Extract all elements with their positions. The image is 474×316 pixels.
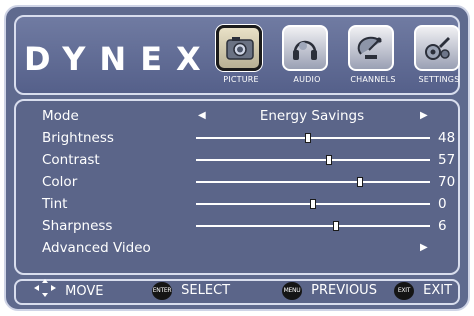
dpad-icon — [34, 279, 56, 305]
sharpness-slider[interactable] — [196, 221, 430, 231]
slider-thumb[interactable] — [305, 133, 312, 143]
settings-icon — [414, 25, 460, 71]
hint-previous: MENU PREVIOUS — [282, 281, 377, 303]
enter-button-icon: ENTER — [152, 281, 172, 300]
tab-settings[interactable]: SETTINGS — [410, 23, 468, 93]
hint-move: MOVE — [34, 279, 104, 305]
mode-label: Mode — [42, 108, 79, 124]
tab-label: SETTINGS — [418, 75, 460, 84]
color-slider[interactable] — [196, 177, 430, 187]
tab-audio[interactable]: AUDIO — [278, 23, 336, 93]
menu-row-tint[interactable]: Tint 0 — [16, 193, 458, 215]
contrast-slider[interactable] — [196, 155, 430, 165]
hint-exit-label: EXIT — [423, 282, 453, 298]
dynex-logo: DYNEX — [24, 40, 215, 78]
menu-row-mode[interactable]: Mode ◀ Energy Savings ▶ — [16, 105, 458, 127]
hint-select-label: SELECT — [181, 282, 231, 298]
tab-label: AUDIO — [293, 75, 321, 84]
contrast-label: Contrast — [42, 152, 100, 168]
brightness-label: Brightness — [42, 130, 114, 146]
color-value: 70 — [438, 174, 456, 190]
hint-exit: EXIT EXIT — [394, 281, 452, 303]
footer-hint-bar: MOVE ENTER SELECT MENU PREVIOUS EXIT EXI… — [14, 279, 460, 305]
menu-row-brightness[interactable]: Brightness 48 — [16, 127, 458, 149]
tab-picture[interactable]: PICTURE — [212, 23, 270, 93]
contrast-value: 57 — [438, 152, 456, 168]
mode-value: Energy Savings — [259, 108, 365, 124]
arrow-left-icon[interactable]: ◀ — [198, 105, 206, 127]
menu-button-icon: MENU — [282, 281, 302, 300]
menu-row-sharpness[interactable]: Sharpness 6 — [16, 215, 458, 237]
brightness-slider[interactable] — [196, 133, 430, 143]
hint-move-label: MOVE — [65, 284, 104, 299]
tint-value: 0 — [438, 196, 447, 212]
tint-label: Tint — [42, 196, 68, 212]
exit-button-icon: EXIT — [394, 281, 414, 300]
sharpness-value: 6 — [438, 218, 447, 234]
slider-thumb[interactable] — [356, 177, 363, 187]
channels-icon — [348, 25, 394, 71]
arrow-right-icon[interactable]: ▶ — [420, 105, 428, 127]
hint-select: ENTER SELECT — [152, 281, 230, 303]
color-label: Color — [42, 174, 78, 190]
slider-thumb[interactable] — [326, 155, 333, 165]
menu-row-contrast[interactable]: Contrast 57 — [16, 149, 458, 171]
tab-label: PICTURE — [223, 75, 259, 84]
tab-label: CHANNELS — [350, 75, 396, 84]
slider-thumb[interactable] — [333, 221, 340, 231]
hint-previous-label: PREVIOUS — [311, 282, 377, 298]
tab-channels[interactable]: CHANNELS — [344, 23, 402, 93]
audio-icon — [282, 25, 328, 71]
slider-thumb[interactable] — [310, 199, 316, 209]
tint-slider[interactable] — [196, 199, 430, 209]
menu-row-advanced-video[interactable]: Advanced Video ▶ — [16, 237, 458, 259]
tv-osd-screen: DYNEX PICTURE AUDIO CHANNELS SETTINGS Mo… — [4, 5, 470, 311]
advanced-video-label: Advanced Video — [42, 240, 151, 256]
menu-header: DYNEX PICTURE AUDIO CHANNELS SETTINGS — [14, 15, 460, 95]
picture-icon — [216, 25, 262, 71]
sharpness-label: Sharpness — [42, 218, 113, 234]
menu-row-color[interactable]: Color 70 — [16, 171, 458, 193]
picture-menu: Mode ◀ Energy Savings ▶ Brightness 48 Co… — [14, 99, 460, 275]
arrow-right-icon[interactable]: ▶ — [420, 237, 428, 259]
brightness-value: 48 — [438, 130, 456, 146]
